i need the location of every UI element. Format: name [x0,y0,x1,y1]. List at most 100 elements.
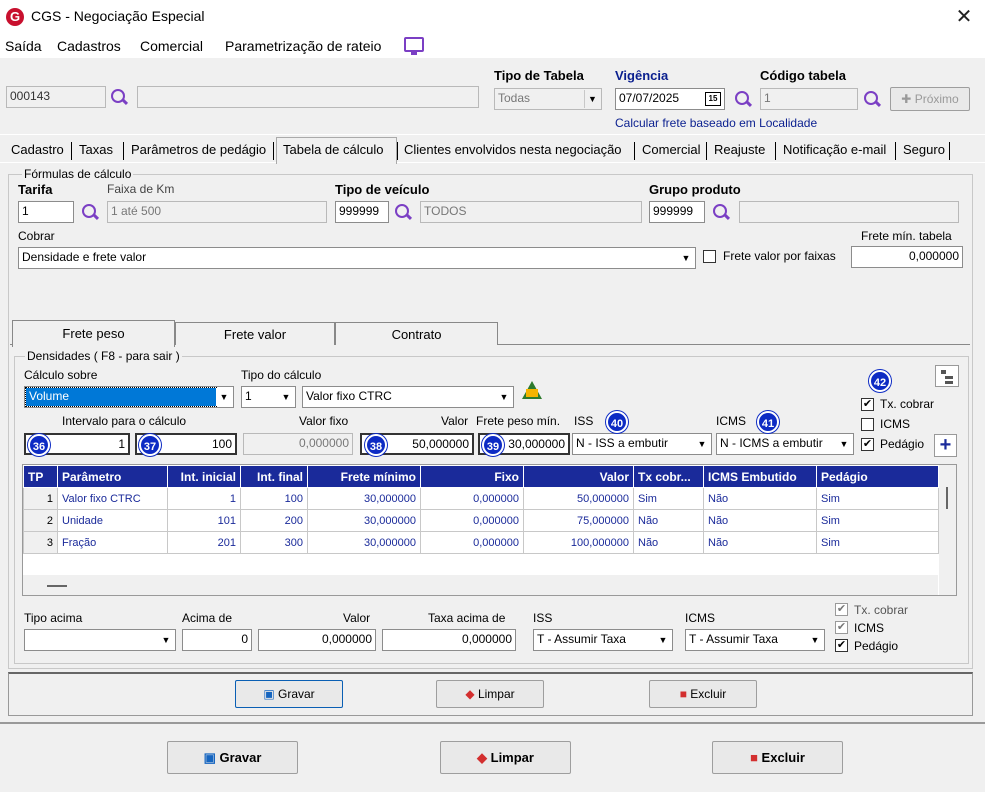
scrollbar-thumb[interactable] [946,487,948,509]
tab-seguro[interactable]: Seguro [903,142,945,157]
add-icon[interactable]: + [934,434,957,457]
tx-cobrar-bottom-checkbox[interactable]: ✔ [835,603,848,616]
vertical-scrollbar[interactable] [939,465,956,595]
taxa-acima-field[interactable]: 0,000000 [382,629,516,651]
icms-bottom-select[interactable]: T - Assumir Taxa ▼ [685,629,825,651]
chevron-down-icon[interactable]: ▼ [807,631,823,649]
code-field[interactable]: 000143 [6,86,106,108]
inner-tab-frete-valor[interactable]: Frete valor [175,322,335,345]
search-icon[interactable] [110,88,128,106]
chevron-down-icon[interactable]: ▼ [216,388,232,406]
tab-notificacao[interactable]: Notificação e-mail [783,142,886,157]
chevron-down-icon[interactable]: ▼ [655,631,671,649]
search-icon[interactable] [712,203,730,221]
tipo-veiculo-desc[interactable]: TODOS [420,201,642,223]
tx-cobrar-checkbox[interactable]: ✔ [861,398,874,411]
pedagio-checkbox[interactable]: ✔ [861,438,874,451]
col-pedagio[interactable]: Pedágio [816,465,939,488]
faixa-field[interactable]: 1 até 500 [107,201,327,223]
col-icms-embutido[interactable]: ICMS Embutido [703,465,817,488]
tipo-tabela-select[interactable]: Todas ▼ [494,88,602,110]
inner-tab-frete-peso[interactable]: Frete peso [12,320,175,347]
search-icon[interactable] [394,203,412,221]
chevron-down-icon[interactable]: ▼ [836,435,852,453]
vigencia-date-field[interactable]: 07/07/2025 15 [615,88,725,110]
col-frete-minimo[interactable]: Frete mínimo [307,465,421,488]
monitor-icon[interactable] [404,37,424,55]
tree-icon[interactable] [935,365,959,387]
triangle-icon[interactable] [522,381,542,399]
codigo-tabela-field[interactable]: 1 [760,88,858,110]
col-int-inicial[interactable]: Int. inicial [167,465,241,488]
table-row[interactable]: 2 Unidade 101 200 30,000000 0,000000 75,… [23,509,939,532]
search-icon[interactable] [734,90,752,108]
menu-cadastros[interactable]: Cadastros [57,38,121,54]
calendar-icon[interactable]: 15 [705,92,721,106]
chevron-down-icon[interactable]: ▼ [158,631,174,649]
tab-parametros-pedagio[interactable]: Parâmetros de pedágio [131,142,266,157]
client-name-field[interactable] [137,86,479,108]
tipo-tabela-label: Tipo de Tabela [494,68,584,83]
tab-comercial[interactable]: Comercial [642,142,701,157]
icms-bottom-checkbox[interactable]: ✔ [835,621,848,634]
col-tx-cobrar[interactable]: Tx cobr... [633,465,704,488]
inner-tab-contrato[interactable]: Contrato [335,322,498,345]
chevron-down-icon[interactable]: ▼ [678,249,694,267]
cell-fixo: 0,000000 [420,531,524,554]
table-row[interactable]: 1 Valor fixo CTRC 1 100 30,000000 0,0000… [23,487,939,510]
valor-bottom-field[interactable]: 0,000000 [258,629,376,651]
valor-fixo-field[interactable]: 0,000000 [243,433,353,455]
calc-link[interactable]: Calcular frete baseado em Localidade [615,116,817,130]
icms-select[interactable]: N - ICMS a embutir ▼ [716,433,854,455]
scrollbar-thumb[interactable] [47,585,67,587]
chevron-down-icon[interactable]: ▼ [496,388,512,406]
iss-select[interactable]: N - ISS a embutir ▼ [572,433,712,455]
calc-sobre-select[interactable]: Volume ▼ [24,386,234,408]
gravar-button[interactable]: ▣ Gravar [167,741,298,774]
grupo-code[interactable]: 999999 [649,201,705,223]
tab-taxas[interactable]: Taxas [79,142,113,157]
menu-saida[interactable]: Saída [5,38,42,54]
inner-excluir-button[interactable]: ■ Excluir [649,680,757,708]
col-parametro[interactable]: Parâmetro [57,465,168,488]
inner-gravar-button[interactable]: ▣ Gravar [235,680,343,708]
chevron-down-icon[interactable]: ▼ [584,90,600,108]
tab-tabela-calculo[interactable]: Tabela de cálculo [283,142,383,157]
col-fixo[interactable]: Fixo [420,465,524,488]
tipo-calc-num-select[interactable]: 1 ▼ [241,386,296,408]
col-int-final[interactable]: Int. final [240,465,308,488]
cobrar-select[interactable]: Densidade e frete valor ▼ [18,247,696,269]
inner-limpar-button[interactable]: ◆ Limpar [436,680,544,708]
tab-clientes[interactable]: Clientes envolvidos nesta negociação [404,142,622,157]
menu-comercial[interactable]: Comercial [140,38,203,54]
frete-min-field[interactable]: 0,000000 [851,246,963,268]
tab-divider [0,162,985,163]
grupo-desc[interactable] [739,201,959,223]
limpar-button[interactable]: ◆ Limpar [440,741,571,774]
tab-cadastro[interactable]: Cadastro [11,142,64,157]
iss-bottom-select[interactable]: T - Assumir Taxa ▼ [533,629,673,651]
col-valor[interactable]: Valor [523,465,634,488]
cell-tx-cobrar: Não [633,509,704,532]
search-icon[interactable] [863,90,881,108]
table-row[interactable]: 3 Fração 201 300 30,000000 0,000000 100,… [23,531,939,554]
menu-parametrizacao[interactable]: Parametrização de rateio [225,38,381,54]
tipo-veiculo-code[interactable]: 999999 [335,201,389,223]
tipo-calc-select[interactable]: Valor fixo CTRC ▼ [302,386,514,408]
horizontal-scrollbar[interactable] [23,575,938,595]
chevron-down-icon[interactable]: ▼ [694,435,710,453]
search-icon[interactable] [81,203,99,221]
proximo-button[interactable]: ✚ Próximo [890,87,970,111]
tarifa-field[interactable]: 1 [18,201,74,223]
pedagio-bottom-checkbox[interactable]: ✔ [835,639,848,652]
frete-faixas-checkbox[interactable] [703,250,716,263]
excluir-button[interactable]: ■ Excluir [712,741,843,774]
tab-reajuste[interactable]: Reajuste [714,142,765,157]
chevron-down-icon[interactable]: ▼ [278,388,294,406]
params-grid[interactable]: TP Parâmetro Int. inicial Int. final Fre… [22,464,957,596]
icms-checkbox[interactable] [861,418,874,431]
col-tp[interactable]: TP [23,465,58,488]
tipo-acima-select[interactable]: ▼ [24,629,176,651]
acima-de-field[interactable]: 0 [182,629,252,651]
close-icon[interactable]: ✕ [950,3,978,31]
